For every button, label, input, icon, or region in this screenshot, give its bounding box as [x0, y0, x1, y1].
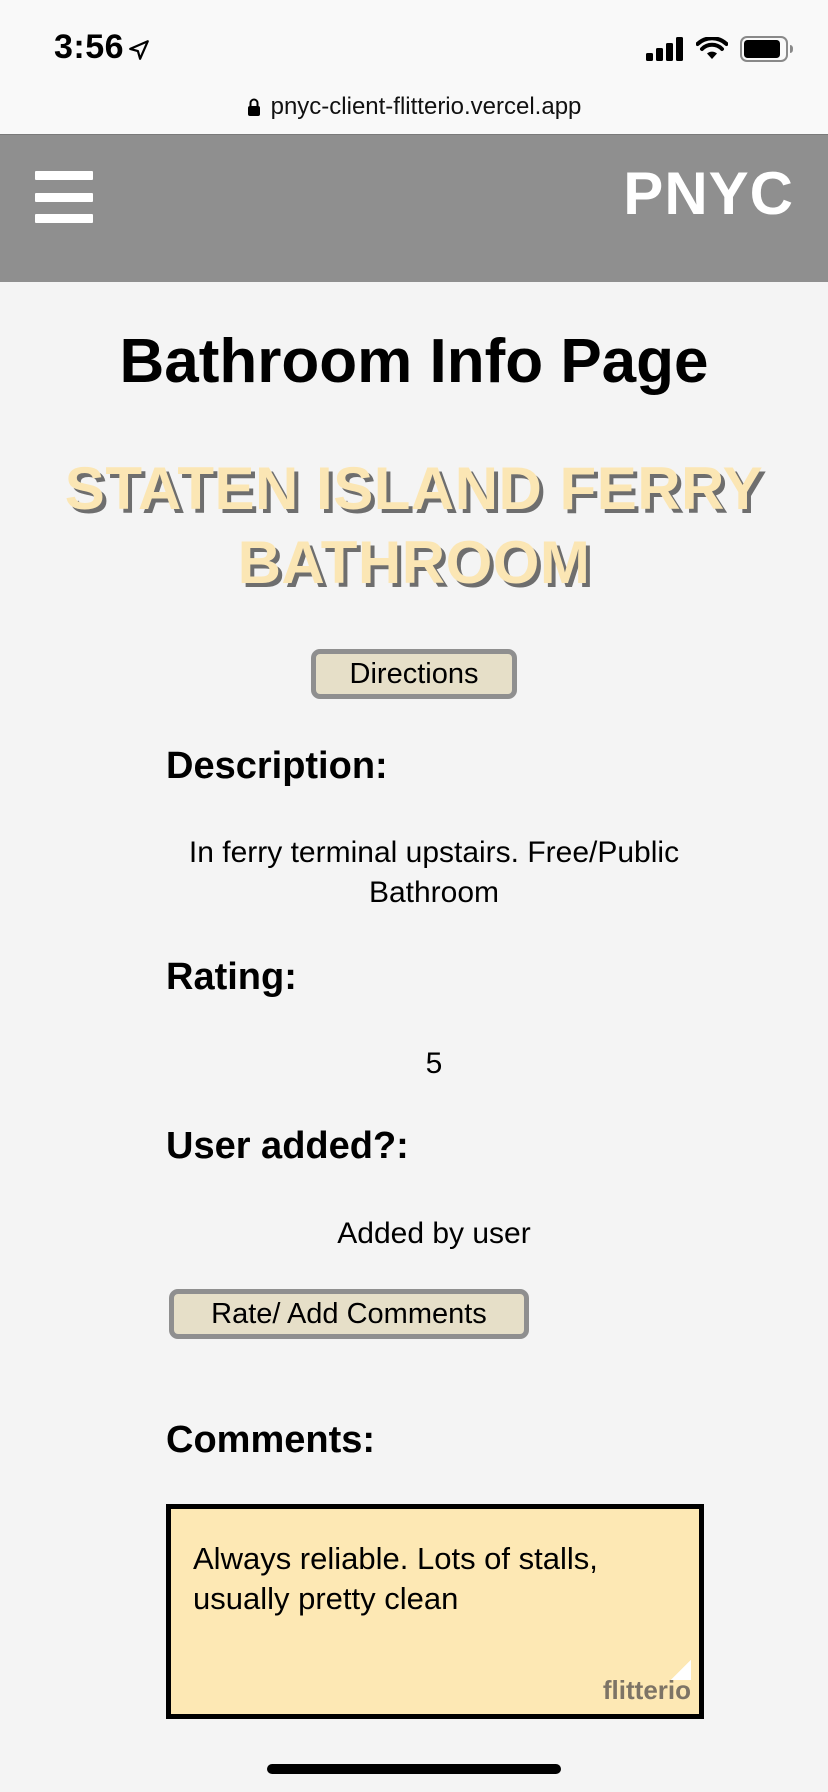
wifi-icon — [696, 37, 728, 61]
user-added-value: Added by user — [337, 1217, 531, 1250]
bathroom-name: STATEN ISLAND FERRY BATHROOM — [64, 455, 764, 596]
flitterio-watermark: flitterio — [602, 1675, 691, 1705]
user-added-label: User added?: — [166, 1125, 409, 1167]
status-bar: 3:56 — [0, 0, 828, 92]
url-bar[interactable]: pnyc-client-flitterio.vercel.app — [0, 80, 828, 134]
lock-icon — [247, 97, 261, 117]
hamburger-menu-icon[interactable] — [35, 171, 93, 223]
hamburger-line — [35, 214, 93, 223]
signal-icon — [646, 37, 684, 61]
hamburger-line — [35, 192, 93, 202]
status-icons — [646, 36, 794, 62]
rate-add-comments-button[interactable]: Rate/ Add Comments — [169, 1289, 529, 1339]
rating-value: 5 — [425, 1047, 443, 1080]
comment-card: Always reliable. Lots of stalls, usually… — [166, 1504, 704, 1719]
url-text[interactable]: pnyc-client-flitterio.vercel.app — [271, 93, 582, 121]
comment-text: Always reliable. Lots of stalls, usually… — [193, 1541, 598, 1616]
hamburger-line — [35, 171, 93, 180]
description-label: Description: — [166, 745, 388, 787]
description-value: In ferry terminal upstairs. Free/Public … — [188, 836, 680, 909]
comments-label: Comments: — [166, 1419, 376, 1461]
battery-icon — [740, 36, 794, 62]
directions-button[interactable]: Directions — [311, 649, 517, 699]
status-time-text: 3:56 — [54, 28, 125, 66]
page-title: Bathroom Info Page — [119, 327, 709, 396]
app-header: PNYC — [0, 134, 828, 282]
rating-label: Rating: — [166, 956, 297, 998]
status-time: 3:56 — [54, 28, 150, 67]
brand-logo-text[interactable]: PNYC — [623, 159, 794, 228]
location-arrow-icon — [128, 35, 150, 61]
home-indicator[interactable] — [267, 1764, 561, 1774]
